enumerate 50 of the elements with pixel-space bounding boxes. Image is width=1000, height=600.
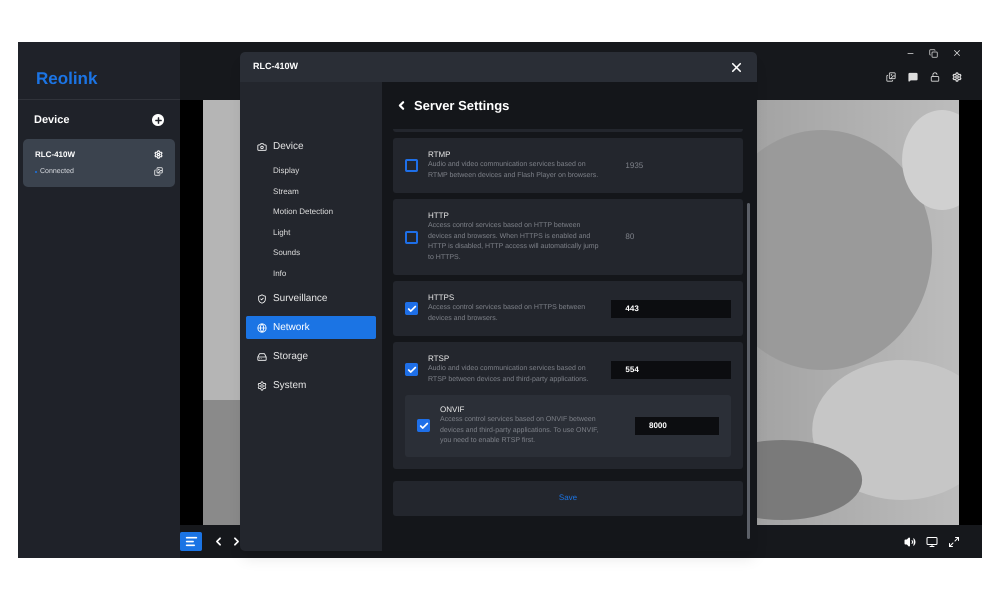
checkbox[interactable] — [405, 302, 418, 315]
unlock-icon[interactable] — [930, 72, 940, 82]
nav-item[interactable]: Device — [246, 135, 376, 158]
port-field[interactable]: 443 — [611, 300, 731, 318]
checkbox[interactable] — [405, 230, 418, 244]
nav-subitem[interactable]: Stream — [246, 184, 376, 205]
dialog-title: RLC-410W — [253, 60, 298, 74]
sidebar-title: Device — [34, 113, 70, 128]
list-icon — [184, 535, 198, 548]
port-field[interactable]: 554 — [611, 360, 731, 378]
nav-subitem[interactable]: Info — [246, 266, 376, 287]
volume-icon[interactable] — [904, 536, 916, 548]
panel-title: Server Settings — [414, 96, 510, 115]
check-icon — [406, 304, 416, 314]
camera-icon — [257, 142, 267, 152]
restore-icon[interactable] — [929, 48, 938, 58]
globe-icon — [257, 322, 267, 332]
settings-icon[interactable] — [952, 72, 962, 82]
close-icon[interactable] — [952, 48, 962, 58]
nav-item[interactable]: Storage — [246, 345, 376, 368]
nav-item[interactable]: Surveillance — [246, 287, 376, 310]
service-name: RTMP — [428, 150, 452, 160]
chat-icon[interactable] — [908, 72, 918, 82]
add-device-button[interactable] — [152, 114, 164, 126]
settings-icon — [257, 380, 267, 390]
device-name: RLC-410W — [35, 148, 76, 160]
checkbox[interactable] — [417, 419, 430, 432]
shield-icon — [257, 294, 267, 304]
checkbox[interactable] — [405, 363, 418, 376]
service-name: HTTP — [428, 211, 450, 221]
list-view-button[interactable] — [180, 532, 202, 551]
gallery-icon[interactable] — [886, 72, 896, 82]
logo: Reolink — [36, 68, 98, 90]
check-icon — [418, 420, 428, 431]
screen-icon[interactable] — [926, 536, 938, 548]
nav-subitem[interactable]: Sounds — [246, 246, 376, 266]
nav-subitem[interactable]: Display — [246, 164, 376, 184]
port-field[interactable]: 8000 — [635, 416, 719, 435]
nav-subitem[interactable]: Motion Detection — [246, 205, 376, 226]
service-name: RTSP — [428, 354, 450, 364]
fullscreen-icon[interactable] — [948, 536, 960, 548]
check-icon — [406, 364, 416, 374]
nav-item[interactable]: System — [246, 374, 376, 397]
drive-icon — [257, 352, 267, 362]
checkbox[interactable] — [405, 159, 418, 172]
service-name: ONVIF — [440, 405, 466, 415]
nav-item[interactable]: Network — [246, 316, 376, 339]
nav-subitem[interactable]: Light — [246, 226, 376, 246]
gallery-icon[interactable] — [154, 167, 163, 176]
service-name: HTTPS — [428, 293, 456, 303]
